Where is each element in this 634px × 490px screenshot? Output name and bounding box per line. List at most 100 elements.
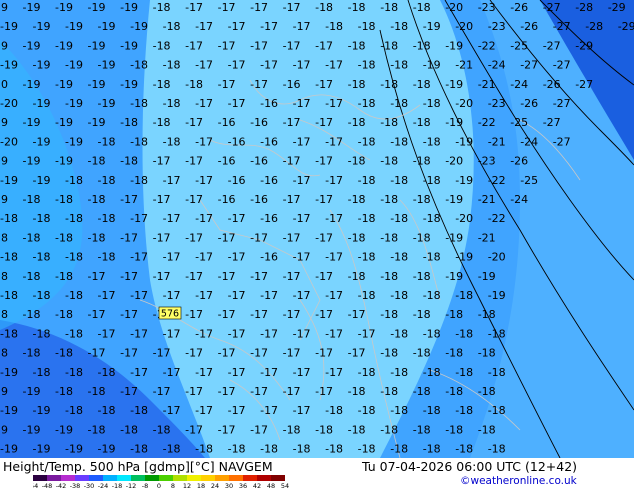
temperature-label: -18: [380, 347, 398, 360]
temperature-label: -18: [488, 366, 506, 379]
temperature-label: -17: [250, 270, 268, 283]
temperature-label: -17: [153, 231, 171, 244]
color-scale-label: -8: [142, 482, 148, 489]
temperature-label: -17: [163, 289, 181, 302]
temperature-label: -18: [65, 327, 83, 340]
color-scale-swatch: [145, 475, 159, 481]
temperature-label: -18: [413, 423, 431, 436]
temperature-label: -18: [348, 78, 366, 91]
color-scale-swatch: [271, 475, 285, 481]
color-scale-label: -42: [56, 482, 67, 489]
temperature-label: -18: [423, 135, 441, 148]
temperature-label: -17: [185, 39, 203, 52]
temperature-label: -17: [120, 385, 138, 398]
temperature-label: -26: [520, 20, 538, 33]
temperature-label: -18: [390, 174, 408, 187]
temperature-label: -18: [65, 251, 83, 264]
temperature-label: -17: [293, 327, 311, 340]
temperature-label: -17: [88, 308, 106, 321]
temperature-label: -18: [413, 116, 431, 129]
temperature-label: -18: [163, 97, 181, 110]
temperature-label: -18: [348, 385, 366, 398]
temperature-label: -18: [358, 289, 376, 302]
temperature-label: -24: [510, 78, 528, 91]
temperature-label: -18: [33, 327, 51, 340]
temperature-label: -17: [153, 347, 171, 360]
color-scale-swatch: [75, 475, 89, 481]
temperature-label: -27: [543, 116, 561, 129]
temperature-label: -18: [358, 212, 376, 225]
temperature-label: -17: [195, 97, 213, 110]
weather-map: -19-19-19-19-19-18-17-17-17-17-18-18-18-…: [0, 0, 634, 458]
temperature-label: -18: [390, 366, 408, 379]
temperature-label: -19: [98, 443, 116, 456]
temperature-label: -17: [283, 39, 301, 52]
temperature-label: -17: [283, 308, 301, 321]
temperature-label: -18: [413, 1, 431, 14]
temperature-label: -18: [0, 212, 18, 225]
temperature-label: -18: [33, 366, 51, 379]
temperature-label: -18: [88, 423, 106, 436]
temperature-label: -18: [423, 327, 441, 340]
temperature-label: -18: [423, 251, 441, 264]
temperature-label: -17: [228, 97, 246, 110]
temperature-label: -17: [88, 270, 106, 283]
temperature-label: -18: [348, 193, 366, 206]
temperature-label: -18: [413, 270, 431, 283]
temperature-label: -17: [153, 193, 171, 206]
temperature-label: -18: [88, 385, 106, 398]
temperature-label: -18: [478, 347, 496, 360]
copyright-link[interactable]: ©weatheronline.co.uk: [460, 475, 577, 487]
temperature-label: -27: [520, 59, 538, 72]
temperature-label: -18: [153, 39, 171, 52]
temperature-label: -19: [0, 404, 18, 417]
temperature-label: -17: [260, 20, 278, 33]
temperature-label: -18: [23, 193, 41, 206]
temperature-label: -17: [260, 404, 278, 417]
temperature-label: -18: [358, 404, 376, 417]
color-scale-label: -48: [42, 482, 53, 489]
temperature-label: -19: [65, 20, 83, 33]
temperature-label: -19: [488, 289, 506, 302]
temperature-label: -20: [455, 97, 473, 110]
temperature-label: -18: [445, 308, 463, 321]
temperature-label: -17: [120, 231, 138, 244]
temperature-label: -17: [293, 289, 311, 302]
temperature-label: -17: [195, 289, 213, 302]
temperature-label: -17: [228, 366, 246, 379]
temperature-label: -18: [348, 423, 366, 436]
temperature-label: -19: [445, 231, 463, 244]
temperature-label: -19: [65, 59, 83, 72]
temperature-label: -19: [0, 1, 8, 14]
temperature-label: -18: [163, 135, 181, 148]
temperature-label: -17: [250, 1, 268, 14]
temperature-label: -17: [293, 20, 311, 33]
temperature-label: -17: [228, 59, 246, 72]
color-scale-label: 0: [157, 482, 161, 489]
temperature-label: -24: [520, 135, 538, 148]
color-scale-label: -38: [70, 482, 81, 489]
temperature-label: -19: [65, 97, 83, 110]
temperature-label: -18: [98, 366, 116, 379]
temperature-label: -18: [358, 443, 376, 456]
temperature-label: -17: [185, 116, 203, 129]
temperature-label: -22: [478, 39, 496, 52]
temperature-label: -18: [98, 135, 116, 148]
temperature-label: -27: [575, 78, 593, 91]
temperature-label: -19: [445, 193, 463, 206]
temperature-label: -18: [98, 212, 116, 225]
temperature-label: -17: [185, 193, 203, 206]
temperature-label: -16: [283, 78, 301, 91]
temperature-label: -17: [195, 20, 213, 33]
temperature-label: -18: [413, 308, 431, 321]
temperature-label: -19: [120, 39, 138, 52]
temperature-label: -17: [218, 385, 236, 398]
temperature-label: -17: [185, 347, 203, 360]
temperature-label: -29: [608, 1, 626, 14]
temperature-label: -17: [120, 347, 138, 360]
temperature-label: -20: [455, 20, 473, 33]
temperature-label: -18: [390, 212, 408, 225]
temperature-label: -19: [455, 251, 473, 264]
temperature-label: -16: [260, 135, 278, 148]
color-scale-label: 48: [267, 482, 275, 489]
